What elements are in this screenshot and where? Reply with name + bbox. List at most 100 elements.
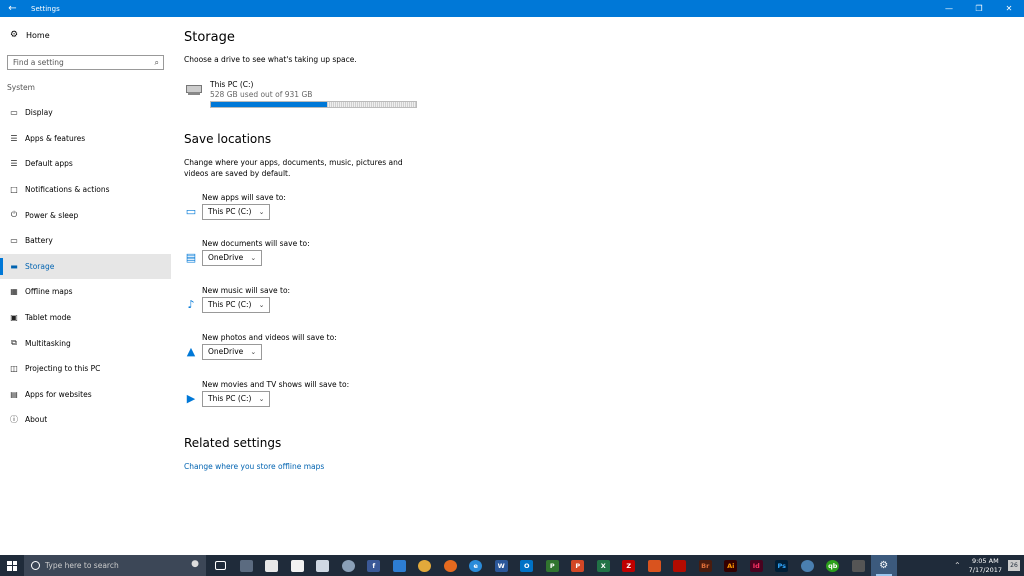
sidebar-item-multitasking[interactable]: ⧉ Multitasking — [0, 330, 171, 356]
taskbar-app-bridge[interactable]: Br — [693, 555, 719, 576]
save-locations-heading: Save locations — [184, 132, 272, 146]
taskbar-app-calculator[interactable] — [846, 555, 872, 576]
taskbar-app-illustrator[interactable]: Ai — [718, 555, 744, 576]
list-icon: ☰ — [10, 133, 18, 143]
home-link[interactable]: ⚙ Home — [8, 30, 50, 40]
save-location-label: New music will save to: — [202, 286, 291, 295]
sidebar-item-about[interactable]: ⓘ About — [0, 407, 171, 433]
edge-icon: e — [469, 559, 483, 572]
taskbar-app-word[interactable]: W — [489, 555, 515, 576]
action-center-button[interactable]: 26 — [1008, 560, 1020, 571]
sidebar-item-label: Apps for websites — [25, 389, 92, 399]
sidebar-item-tablet-mode[interactable]: ▣ Tablet mode — [0, 305, 171, 331]
sidebar-item-projecting[interactable]: ◫ Projecting to this PC — [0, 356, 171, 382]
taskbar-app-acrobat[interactable] — [667, 555, 693, 576]
taskbar-app-mail[interactable] — [259, 555, 285, 576]
back-arrow-icon: ← — [8, 3, 17, 14]
taskbar-search[interactable]: Type here to search ● — [24, 555, 206, 576]
snagit-icon — [647, 559, 661, 572]
save-location-select[interactable]: This PC (C:) ⌄ — [202, 204, 271, 220]
page-subtitle: Choose a drive to see what's taking up s… — [184, 55, 357, 64]
microphone-icon: ● — [191, 559, 199, 569]
search-input[interactable]: Find a setting ⌕ — [7, 55, 164, 70]
taskbar-app-indesign[interactable]: Id — [744, 555, 770, 576]
save-location-photos: ▲ New photos and videos will save to: On… — [184, 333, 484, 373]
project-icon: ◫ — [10, 364, 18, 374]
sidebar-item-default-apps[interactable]: ☰ Default apps — [0, 151, 171, 177]
taskbar-app-store[interactable] — [285, 555, 311, 576]
taskbar-app-project[interactable]: P — [540, 555, 566, 576]
taskbar-app-maps[interactable] — [336, 555, 362, 576]
save-location-select[interactable]: This PC (C:) ⌄ — [202, 391, 271, 407]
cortana-icon — [31, 561, 40, 570]
gear-icon: ⚙ — [879, 560, 889, 571]
taskbar-app-photos[interactable] — [310, 555, 336, 576]
taskbar-app-firefox[interactable] — [438, 555, 464, 576]
sidebar-item-label: Offline maps — [25, 287, 73, 297]
save-location-label: New apps will save to: — [202, 193, 286, 202]
taskbar-app-photoshop[interactable]: Ps — [769, 555, 795, 576]
sidebar-item-apps-for-websites[interactable]: ▤ Apps for websites — [0, 382, 171, 408]
chevron-down-icon: ⌄ — [250, 254, 257, 262]
taskbar-app-calendar[interactable] — [234, 555, 260, 576]
sidebar-item-notifications[interactable]: □ Notifications & actions — [0, 177, 171, 203]
taskbar-app-globe[interactable] — [795, 555, 821, 576]
taskbar-app-snagit[interactable] — [642, 555, 668, 576]
word-icon: W — [494, 559, 508, 572]
sidebar-item-battery[interactable]: ▭ Battery — [0, 228, 171, 254]
minimize-button[interactable]: — — [934, 0, 964, 17]
save-location-select[interactable]: OneDrive ⌄ — [202, 250, 263, 266]
sidebar-item-display[interactable]: ▭ Display — [0, 100, 171, 126]
close-button[interactable]: ✕ — [994, 0, 1024, 17]
message-icon: □ — [10, 185, 18, 195]
sidebar-item-power-sleep[interactable]: ⏻ Power & sleep — [0, 202, 171, 228]
title-bar: ← Settings — ❐ ✕ — [0, 0, 1024, 17]
photoshop-icon: Ps — [775, 559, 789, 572]
chevron-down-icon: ⌄ — [258, 208, 265, 216]
taskbar-app-quickbooks[interactable]: qb — [820, 555, 846, 576]
taskbar-app-facebook[interactable]: f — [361, 555, 387, 576]
photos-icon: ▲ — [186, 345, 196, 358]
monitor-icon: ▭ — [10, 108, 18, 118]
sidebar-item-label: Battery — [25, 236, 53, 246]
sidebar-item-label: Power & sleep — [25, 210, 79, 220]
drive-icon — [186, 83, 202, 97]
search-icon: ⌕ — [154, 58, 159, 67]
taskbar-search-placeholder: Type here to search — [45, 561, 119, 570]
offline-maps-link[interactable]: Change where you store offline maps — [184, 462, 324, 471]
taskbar-app-messaging[interactable] — [387, 555, 413, 576]
taskbar-app-edge[interactable]: e — [463, 555, 489, 576]
drive-this-pc[interactable]: This PC (C:) 528 GB used out of 931 GB — [186, 79, 426, 109]
sidebar-item-offline-maps[interactable]: ▦ Offline maps — [0, 279, 171, 305]
chevron-up-icon[interactable]: ⌃ — [954, 561, 961, 570]
save-location-select[interactable]: This PC (C:) ⌄ — [202, 297, 271, 313]
taskbar: Type here to search ● f e W O P P X Z Br… — [0, 555, 1024, 576]
taskbar-app-outlook[interactable]: O — [514, 555, 540, 576]
start-button[interactable] — [0, 555, 24, 576]
sidebar-nav: ▭ Display ☰ Apps & features ☰ Default ap… — [0, 100, 171, 433]
battery-icon: ▭ — [10, 236, 18, 246]
firefox-icon — [443, 559, 457, 572]
sidebar-item-label: Default apps — [25, 159, 73, 169]
outlook-icon: O — [520, 559, 534, 572]
save-location-select[interactable]: OneDrive ⌄ — [202, 344, 263, 360]
list-check-icon: ☰ — [10, 159, 18, 169]
back-button[interactable]: ← — [0, 0, 25, 17]
taskbar-app-excel[interactable]: X — [591, 555, 617, 576]
clock-date: 7/17/2017 — [968, 565, 1002, 574]
clock[interactable]: 9:05 AM 7/17/2017 — [969, 557, 1002, 575]
maximize-button[interactable]: ❐ — [964, 0, 994, 17]
sidebar-item-label: Notifications & actions — [25, 185, 110, 195]
taskbar-app-filezilla[interactable]: Z — [616, 555, 642, 576]
chevron-down-icon: ⌄ — [250, 348, 257, 356]
calculator-icon — [851, 559, 865, 572]
sidebar-item-apps-features[interactable]: ☰ Apps & features — [0, 126, 171, 152]
taskbar-app-settings[interactable]: ⚙ — [871, 555, 897, 576]
task-view-button[interactable] — [208, 555, 234, 576]
project-app-icon: P — [545, 559, 559, 572]
sidebar-item-storage[interactable]: ▬ Storage — [0, 253, 171, 280]
mail-icon — [265, 559, 279, 572]
chevron-down-icon: ⌄ — [258, 301, 265, 309]
taskbar-app-chrome[interactable] — [412, 555, 438, 576]
taskbar-app-powerpoint[interactable]: P — [565, 555, 591, 576]
